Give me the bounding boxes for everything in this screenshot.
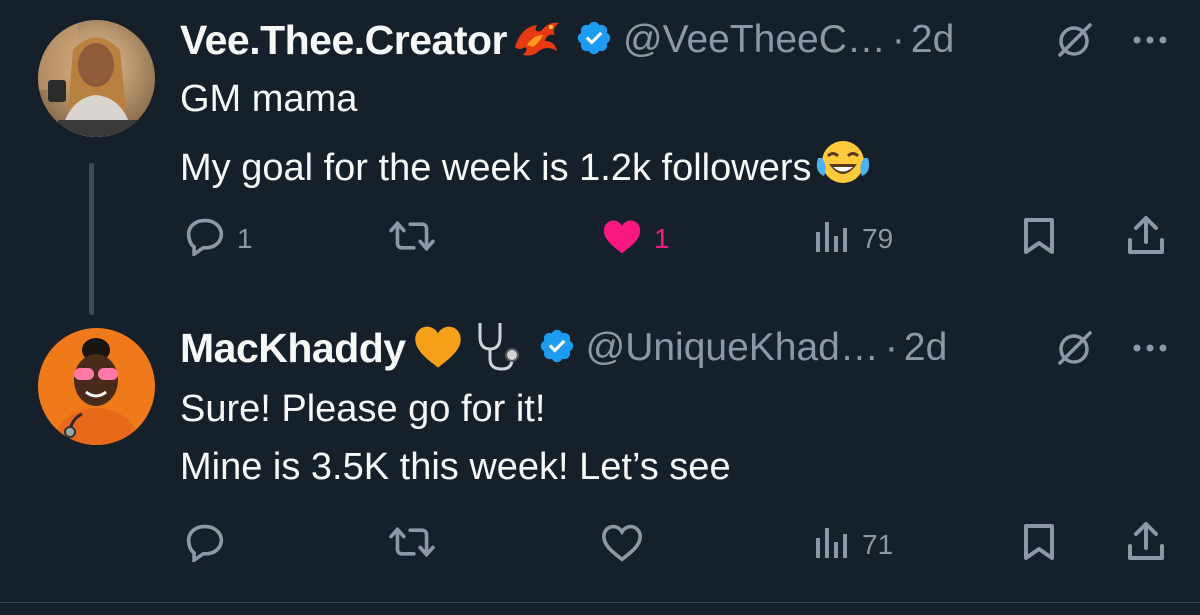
display-name[interactable]: MacKhaddy <box>180 325 406 372</box>
handle[interactable]: @VeeTheeC… <box>623 18 886 62</box>
heart-filled-icon <box>600 216 644 261</box>
more-icon[interactable] <box>1130 336 1170 365</box>
timestamp[interactable]: 2d <box>904 326 947 370</box>
reply-button[interactable] <box>183 522 237 567</box>
retweet-button[interactable] <box>387 216 447 261</box>
avatar[interactable] <box>38 328 155 445</box>
bookmark-icon[interactable] <box>1022 522 1056 562</box>
orange-heart-icon <box>410 321 466 376</box>
verified-badge-icon <box>575 19 613 62</box>
views-count: 71 <box>862 528 894 560</box>
thread-connector <box>89 163 94 315</box>
retweet-button[interactable] <box>387 522 447 567</box>
reply-count: 1 <box>237 222 253 254</box>
retweet-icon <box>387 522 437 567</box>
bookmark-icon[interactable] <box>1022 216 1056 256</box>
tweet-text: My goal for the week is 1.2k followers <box>180 146 812 189</box>
grok-icon[interactable] <box>1054 20 1094 65</box>
stethoscope-icon <box>470 319 526 378</box>
views-count: 79 <box>862 222 894 254</box>
reply-icon <box>183 216 227 261</box>
tweet-text-line: Sure! Please go for it! <box>180 388 546 430</box>
views-chart-icon <box>812 216 852 261</box>
tweet-text-line: My goal for the week is 1.2k followers <box>180 138 872 198</box>
handle[interactable]: @UniqueKhad… <box>586 326 879 370</box>
share-icon[interactable] <box>1126 520 1166 562</box>
like-button[interactable]: 1 <box>600 216 670 261</box>
reply-icon <box>183 522 227 567</box>
tweet-header: MacKhaddy @UniqueKhad… · 2d <box>180 321 947 376</box>
tweet-header: Vee.Thee.Creator @VeeTheeC… · 2d <box>180 15 954 65</box>
more-icon[interactable] <box>1130 28 1170 57</box>
like-button[interactable] <box>600 522 654 567</box>
reply-button[interactable]: 1 <box>183 216 253 261</box>
tweet-text-line: Mine is 3.5K this week! Let’s see <box>180 446 731 488</box>
display-name[interactable]: Vee.Thee.Creator <box>180 17 508 64</box>
tweet-text-line: GM mama <box>180 78 358 120</box>
tears-of-joy-icon <box>814 138 872 198</box>
avatar[interactable] <box>38 20 155 137</box>
verified-badge-icon <box>538 327 576 370</box>
retweet-icon <box>387 216 437 261</box>
timestamp[interactable]: 2d <box>911 18 954 62</box>
views-chart-icon <box>812 522 852 567</box>
separator-dot: · <box>891 18 905 61</box>
divider <box>0 602 1200 603</box>
views-button[interactable]: 79 <box>812 216 893 261</box>
flame-bird-icon <box>511 17 563 64</box>
views-button[interactable]: 71 <box>812 522 893 567</box>
separator-dot: · <box>884 326 898 369</box>
share-icon[interactable] <box>1126 214 1166 256</box>
heart-outline-icon <box>600 522 644 567</box>
grok-icon[interactable] <box>1054 328 1094 373</box>
like-count: 1 <box>654 222 670 254</box>
